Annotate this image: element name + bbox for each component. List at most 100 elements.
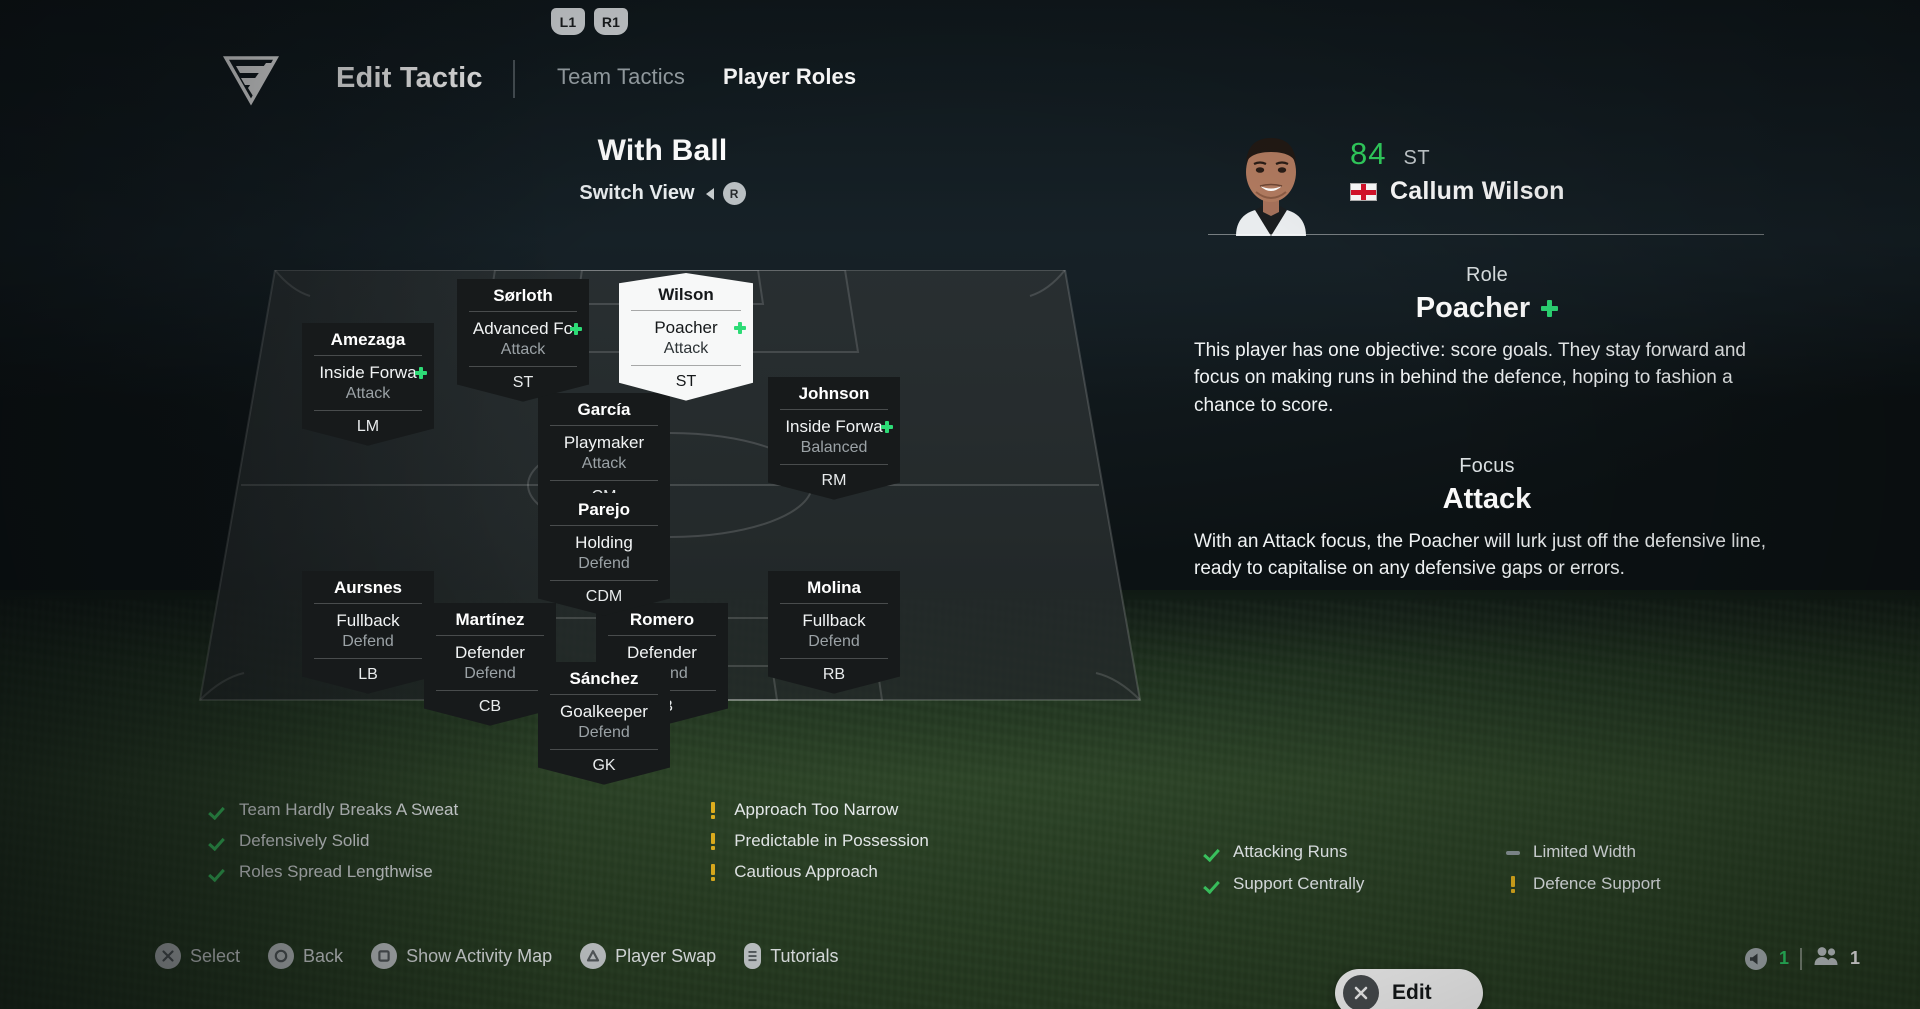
- card-divider: [436, 635, 544, 637]
- role-plus-icon: [570, 323, 582, 336]
- players-count: 1: [1849, 948, 1860, 968]
- focus-section: Focus Attack With an Attack focus, the P…: [1190, 455, 1784, 583]
- player-card-role: Inside Forwa: [785, 416, 883, 436]
- trait-row: Team Hardly Breaks A Sweat: [210, 800, 458, 820]
- player-card-focus: Defend: [578, 555, 630, 573]
- trait-row: Support Centrally: [1205, 874, 1445, 894]
- r1-button[interactable]: R1: [594, 8, 628, 35]
- plus-glyph: [570, 323, 582, 336]
- trait-row: Cautious Approach: [705, 862, 929, 882]
- check-icon: [1205, 844, 1222, 861]
- player-card-position: RB: [822, 666, 846, 684]
- trait-label: Team Hardly Breaks A Sweat: [239, 800, 459, 819]
- control-hint-select[interactable]: Select: [155, 943, 240, 969]
- player-card-role-row: Defender: [430, 641, 550, 664]
- player-avatar: [1222, 120, 1320, 236]
- role-plus-icon: [881, 421, 893, 434]
- card-divider: [436, 690, 544, 692]
- trait-label: Limited Width: [1533, 842, 1636, 861]
- shoulder-button-row: L1 R1: [551, 8, 628, 35]
- player-name-row: Callum Wilson: [1350, 177, 1565, 206]
- team-traits-positive-column: Team Hardly Breaks A Sweat Defensively So…: [210, 800, 458, 882]
- trait-row: Attacking Runs: [1205, 842, 1445, 862]
- triangle-button-icon: [580, 943, 607, 969]
- warning-icon: [1505, 875, 1522, 893]
- player-card-name: Sørloth: [493, 286, 553, 305]
- player-card-role-row: Fullback: [308, 609, 428, 632]
- player-card-amezaga[interactable]: Amezaga Inside Forwa Attack LM: [302, 323, 434, 446]
- control-hint-back[interactable]: Back: [268, 943, 343, 969]
- player-traits: Attacking Runs Support Centrally Limited …: [1205, 842, 1745, 894]
- warning-icon: [705, 863, 722, 881]
- header-divider: [513, 60, 515, 98]
- player-card-parejo[interactable]: Parejo Holding Defend CDM: [538, 493, 670, 616]
- trait-label: Defensively Solid: [239, 831, 370, 850]
- card-divider: [550, 480, 658, 482]
- switch-view-control[interactable]: Switch View R: [0, 182, 1325, 205]
- trait-row: Approach Too Narrow: [705, 800, 929, 820]
- player-card-srloth[interactable]: Sørloth Advanced Fo Attack ST: [457, 279, 589, 402]
- trait-label: Predictable in Possession: [734, 831, 929, 850]
- card-divider: [550, 580, 658, 582]
- trait-row: Predictable in Possession: [705, 831, 929, 851]
- player-card-position: ST: [512, 374, 534, 392]
- player-card-aursnes[interactable]: Aursnes Fullback Defend LB: [302, 571, 434, 694]
- player-card-focus: Defend: [808, 633, 860, 651]
- card-divider: [550, 425, 658, 427]
- player-rating: 84: [1350, 136, 1387, 171]
- control-hint-player-swap[interactable]: Player Swap: [580, 943, 716, 969]
- player-card-snchez[interactable]: Sánchez Goalkeeper Defend GK: [538, 662, 670, 785]
- focus-value: Attack: [1442, 483, 1532, 516]
- player-card-position: LM: [356, 418, 380, 436]
- control-hint-label: Show Activity Map: [406, 945, 553, 966]
- player-card-position: CB: [478, 698, 502, 716]
- player-card-molina[interactable]: Molina Fullback Defend RB: [768, 571, 900, 694]
- player-card-role-row: Playmaker: [544, 431, 664, 454]
- player-card-role: Advanced Fo: [472, 318, 574, 338]
- warning-icon: [705, 832, 722, 850]
- control-hint-show-activity-map[interactable]: Show Activity Map: [371, 943, 552, 969]
- player-name: Callum Wilson: [1390, 177, 1565, 205]
- player-card-wilson[interactable]: Wilson Poacher Attack ST: [619, 273, 753, 401]
- player-rating-row: 84 ST: [1350, 136, 1430, 172]
- player-card-role: Fullback: [802, 610, 866, 630]
- check-icon: [210, 864, 227, 881]
- role-value: Poacher: [1415, 292, 1531, 324]
- player-card-martnez[interactable]: Martínez Defender Defend CB: [424, 603, 556, 726]
- trait-label: Cautious Approach: [734, 862, 878, 881]
- player-card-name: Martínez: [455, 610, 525, 629]
- player-card-position: GK: [592, 757, 616, 775]
- card-divider: [780, 603, 888, 605]
- player-card-name: Johnson: [798, 384, 870, 403]
- team-traits-warning-column: Approach Too Narrow Predictable in Posses…: [705, 800, 929, 882]
- edit-button-label: Edit: [1392, 981, 1432, 1004]
- edit-button[interactable]: Edit: [1335, 969, 1483, 1009]
- player-card-johnson[interactable]: Johnson Inside Forwa Balanced RM: [768, 377, 900, 500]
- player-card-role-row: Poacher: [625, 316, 747, 339]
- controller-button-bar: Select Back Show Activity Map Player Swap Tu…: [155, 943, 839, 969]
- role-plus-icon: [415, 367, 427, 380]
- tab-team-tactics[interactable]: Team Tactics: [557, 64, 685, 90]
- check-icon: [210, 833, 227, 850]
- card-divider: [550, 525, 658, 527]
- player-card-focus: Attack: [500, 341, 546, 359]
- audio-icon[interactable]: [1744, 947, 1768, 971]
- trait-label: Attacking Runs: [1233, 842, 1348, 861]
- player-card-role-row: Holding: [544, 531, 664, 554]
- player-card-focus: Attack: [663, 340, 709, 358]
- status-divider: [1799, 947, 1802, 970]
- page-title: Edit Tactic: [336, 62, 483, 94]
- tab-player-roles[interactable]: Player Roles: [723, 64, 856, 90]
- control-hint-label: Tutorials: [770, 945, 839, 966]
- audio-count: 1: [1778, 948, 1789, 968]
- player-card-focus: Attack: [581, 455, 627, 473]
- card-divider: [780, 409, 888, 411]
- l1-button[interactable]: L1: [551, 8, 585, 35]
- plus-glyph: [415, 367, 427, 380]
- players-icon: [1813, 945, 1839, 972]
- control-hint-tutorials[interactable]: Tutorials: [744, 943, 839, 969]
- player-detail-panel: 84 ST Callum Wilson Role Poacher This pl…: [1190, 124, 1890, 1009]
- chevron-left-icon: [705, 187, 714, 200]
- player-card-role-row: Inside Forwa: [774, 415, 894, 438]
- circle-button-icon: [268, 943, 295, 969]
